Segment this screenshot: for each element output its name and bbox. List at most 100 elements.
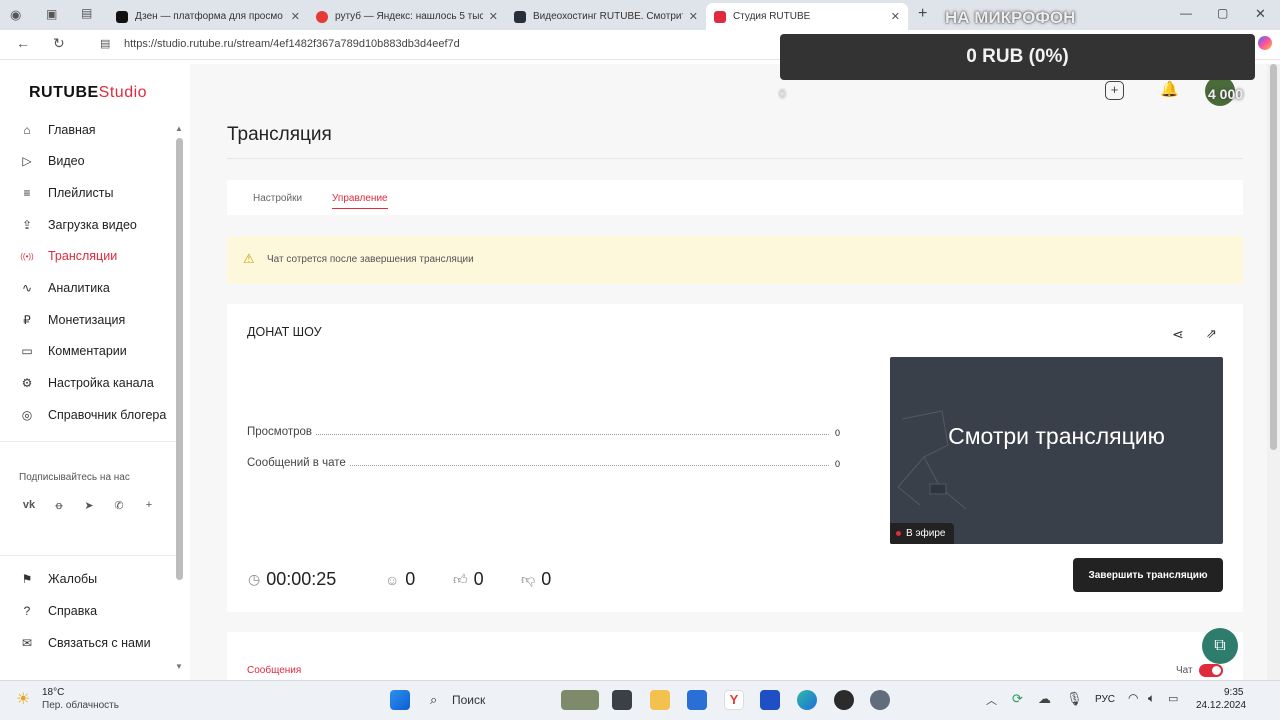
preview-title: Смотри трансляцию xyxy=(948,423,1165,449)
playlist-icon: ≡ xyxy=(23,186,31,200)
tray-sync-icon[interactable]: ⟳ xyxy=(1012,691,1023,707)
sidebar-scrollbar[interactable] xyxy=(176,138,183,580)
sidebar-divider xyxy=(0,555,176,556)
stream-name: ДОНАТ ШОУ xyxy=(247,325,322,339)
sidebar-item[interactable]: ≡ Плейлисты xyxy=(20,183,113,203)
tray-cloud-icon[interactable]: ☁ xyxy=(1038,691,1051,707)
edge-browser-icon[interactable] xyxy=(797,690,817,710)
overlay-counter-left: 0 xyxy=(779,87,786,101)
url-field[interactable]: https://studio.rutube.ru/stream/4ef1482f… xyxy=(124,38,460,50)
page-scrollbar[interactable] xyxy=(1267,64,1280,680)
minimize-icon[interactable]: — xyxy=(1180,6,1192,20)
vertical-tabs-icon[interactable]: ▤ xyxy=(81,6,92,20)
guide-icon: ◎ xyxy=(21,408,33,422)
add-content-icon[interactable]: + xyxy=(1105,81,1124,100)
warning-icon: ⚠ xyxy=(243,251,255,266)
windows-start-icon[interactable] xyxy=(390,690,410,710)
browser-tab[interactable]: Дзен — платформа для просмо ✕ xyxy=(108,3,308,30)
sidebar-item[interactable]: ▭ Комментарии xyxy=(20,341,126,361)
file-explorer-icon[interactable] xyxy=(650,690,670,710)
new-tab-button[interactable]: + xyxy=(918,5,927,23)
open-external-icon[interactable]: ⇗ xyxy=(1206,326,1217,342)
browser-tab-active[interactable]: Студия RUTUBE ✕ xyxy=(706,3,908,30)
volume-icon[interactable]: 🔈︎ xyxy=(1148,691,1155,706)
mail-icon: ✉ xyxy=(21,636,33,650)
sidebar-item[interactable]: ₽ Монетизация xyxy=(20,310,125,330)
maximize-icon[interactable]: ▢ xyxy=(1217,6,1228,20)
reload-icon[interactable]: ↻ xyxy=(53,35,65,52)
live-badge: В эфире xyxy=(890,523,954,544)
browser-tab[interactable]: Видеохостинг RUTUBE. Смотрит ✕ xyxy=(506,3,706,30)
windows-taskbar xyxy=(0,680,1280,720)
sidebar-item[interactable]: ? Справка xyxy=(20,601,97,621)
rutube-studio-logo[interactable]: RUTUBEStudio xyxy=(29,84,147,102)
sidebar-item[interactable]: ⚙ Настройка канала xyxy=(20,373,154,393)
close-tab-icon[interactable]: ✕ xyxy=(891,10,900,23)
language-indicator[interactable]: РУС xyxy=(1095,694,1115,705)
plus-icon[interactable]: + xyxy=(142,499,156,513)
clock-icon: ◷ xyxy=(248,571,261,587)
obs-icon[interactable] xyxy=(834,690,854,710)
upload-icon: ⇪ xyxy=(21,218,33,232)
settings-app-icon[interactable] xyxy=(870,690,890,710)
wifi-icon[interactable]: ◠ xyxy=(1128,691,1138,705)
page-scroll-thumb[interactable] xyxy=(1270,64,1277,450)
browser-menu-icon[interactable]: ◉ xyxy=(10,7,21,23)
back-icon[interactable]: ← xyxy=(16,35,30,51)
tray-mic-icon[interactable]: 🎙︎ xyxy=(1066,691,1083,707)
browser-tab[interactable]: рутуб — Яндекс: нашлось 5 тыс ✕ xyxy=(308,3,506,30)
store-icon[interactable] xyxy=(687,690,707,710)
chat-toggle[interactable] xyxy=(1199,664,1223,677)
app-icon[interactable] xyxy=(612,690,632,710)
sidebar-item[interactable]: ⌂ Главная xyxy=(20,120,95,140)
app-icon[interactable] xyxy=(760,690,780,710)
weather-desc[interactable]: Пер. облачность xyxy=(42,700,119,711)
tab-settings[interactable]: Настройки xyxy=(253,193,302,204)
weather-icon[interactable]: ☀ xyxy=(16,689,30,709)
sidebar-item[interactable]: ⇪ Загрузка видео xyxy=(20,215,137,235)
support-chat-button[interactable]: ⧉ xyxy=(1202,628,1238,664)
site-info-icon[interactable]: ▤ xyxy=(100,37,110,50)
close-tab-icon[interactable]: ✕ xyxy=(489,10,498,23)
overlay-counter-right: 4 000 xyxy=(1208,86,1244,102)
sidebar-item[interactable]: ((•)) Трансляции xyxy=(20,246,117,266)
sidebar-item[interactable]: ✉ Связаться с нами xyxy=(20,633,151,653)
taskbar-search-icon[interactable]: ⌕ xyxy=(430,692,437,708)
scroll-down-icon[interactable]: ▼ xyxy=(175,662,183,671)
close-tab-icon[interactable]: ✕ xyxy=(291,10,300,23)
tab-control[interactable]: Управление xyxy=(332,193,388,209)
vk-icon[interactable]: vk xyxy=(22,499,36,513)
money-icon: ₽ xyxy=(23,313,31,327)
notifications-icon[interactable]: 🔔 xyxy=(1160,80,1179,98)
clock-time[interactable]: 9:35 xyxy=(1224,687,1243,698)
taskbar-search[interactable]: Поиск xyxy=(452,693,485,707)
scroll-up-icon[interactable]: ▲ xyxy=(175,124,183,133)
chat-toggle-label: Чат xyxy=(1176,665,1193,676)
sidebar-item-label: Загрузка видео xyxy=(48,218,137,232)
clock-date[interactable]: 24.12.2024 xyxy=(1196,700,1246,711)
sidebar-item[interactable]: ◎ Справочник блогера xyxy=(20,405,167,425)
tray-chevron-icon[interactable]: ︿ xyxy=(986,692,997,708)
sidebar-item[interactable]: ▷ Видео xyxy=(20,151,84,171)
close-window-icon[interactable]: ✕ xyxy=(1255,6,1266,22)
sidebar-item-label: Настройка канала xyxy=(48,376,154,390)
messages-card xyxy=(227,632,1243,680)
sidebar-item[interactable]: ⚑ Жалобы xyxy=(20,569,98,589)
dislikes-metric: 👎︎ 0 xyxy=(521,569,552,589)
yandex-browser-icon[interactable]: Y xyxy=(724,690,744,710)
viber-icon[interactable]: ✆ xyxy=(112,499,126,513)
copilot-icon[interactable] xyxy=(1258,36,1272,50)
telegram-icon[interactable]: ➤ xyxy=(82,499,96,513)
end-stream-button[interactable]: Завершить трансляцию xyxy=(1073,558,1223,592)
sidebar-item[interactable]: ∿ Аналитика xyxy=(20,278,110,298)
widgets-app-icon[interactable] xyxy=(561,690,599,710)
weather-temp[interactable]: 18°C xyxy=(42,687,64,698)
stream-preview[interactable]: Смотри трансляцию В эфире xyxy=(890,357,1223,544)
ok-icon[interactable]: ꝋ xyxy=(52,499,66,513)
close-tab-icon[interactable]: ✕ xyxy=(689,10,698,23)
share-icon[interactable]: ⋖ xyxy=(1172,326,1184,343)
analytics-icon: ∿ xyxy=(21,281,33,295)
battery-icon[interactable]: ▭ xyxy=(1168,692,1178,705)
viewers-metric: ☺ 0 xyxy=(385,569,416,589)
tab-actions-icon[interactable]: ▣ xyxy=(46,7,57,21)
